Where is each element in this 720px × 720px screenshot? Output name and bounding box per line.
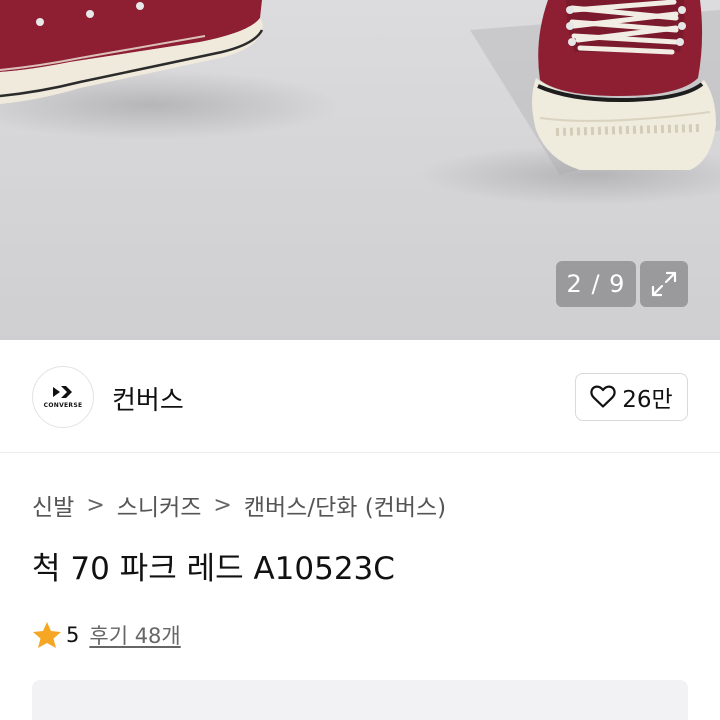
heart-outline-icon xyxy=(590,385,616,408)
breadcrumb-separator: > xyxy=(213,492,232,518)
product-title: 척 70 파크 레드 A10523C xyxy=(32,551,395,587)
rating-summary: 5 후기 48개 xyxy=(32,620,181,650)
image-counter: 2 / 9 xyxy=(556,261,636,307)
breadcrumb-item-sneakers[interactable]: 스니커즈 xyxy=(117,488,202,522)
star-icon xyxy=(33,622,61,648)
info-panel xyxy=(32,680,688,720)
review-count-link[interactable]: 후기 48개 xyxy=(89,620,180,650)
breadcrumb-item-canvas[interactable]: 캔버스/단화 (컨버스) xyxy=(244,488,446,522)
brand-logo-text: CONVERSE xyxy=(43,402,83,409)
breadcrumb: 신발 > 스니커즈 > 캔버스/단화 (컨버스) xyxy=(32,488,446,522)
rating-score: 5 xyxy=(66,623,80,647)
product-image-gallery[interactable]: 2 / 9 xyxy=(0,0,720,340)
brand-logo[interactable]: CONVERSE xyxy=(32,366,94,428)
expand-image-button[interactable] xyxy=(640,261,688,307)
like-button[interactable]: 26만 xyxy=(575,373,688,421)
brand-name[interactable]: 컨버스 xyxy=(112,380,184,417)
brand-row: CONVERSE 컨버스 26만 xyxy=(0,340,720,453)
expand-icon xyxy=(651,271,677,297)
converse-logo-icon xyxy=(53,386,72,398)
breadcrumb-separator: > xyxy=(86,492,105,518)
breadcrumb-item-shoes[interactable]: 신발 xyxy=(32,488,74,522)
like-count: 26만 xyxy=(622,387,673,413)
